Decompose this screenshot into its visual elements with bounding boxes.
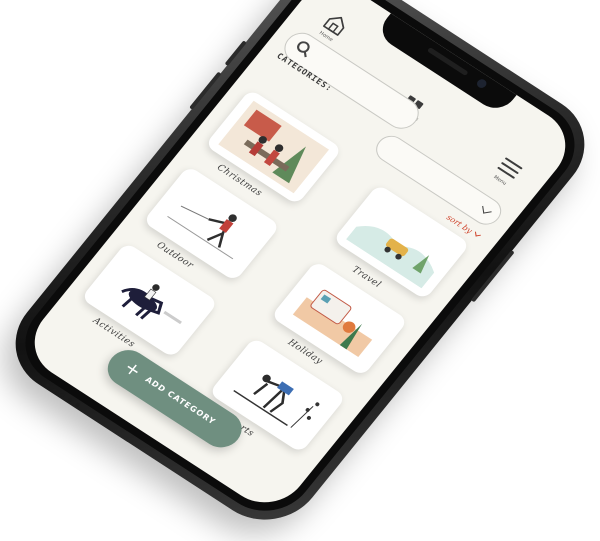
search-icon — [294, 39, 313, 56]
menu-nav-button[interactable]: Menu — [484, 150, 531, 192]
plus-icon: + — [119, 357, 146, 382]
app-screen: Home Categories Menu CATEGORIES: — [17, 0, 583, 518]
phone-body: Home Categories Menu CATEGORIES: — [0, 0, 600, 540]
phone-mockup: Home Categories Menu CATEGORIES: — [0, 0, 600, 540]
front-camera — [475, 77, 489, 90]
category-card-outdoor[interactable] — [142, 165, 281, 282]
chevron-down-icon — [474, 230, 481, 237]
phone-bezel: Home Categories Menu CATEGORIES: — [6, 0, 594, 528]
earpiece-speaker — [426, 47, 469, 77]
add-category-label: ADD CATEGORY — [143, 374, 218, 427]
category-card-holiday[interactable] — [270, 260, 409, 377]
chevron-down-icon — [482, 204, 492, 214]
category-card-activities[interactable] — [80, 242, 219, 359]
category-card-christmas[interactable] — [204, 88, 343, 206]
